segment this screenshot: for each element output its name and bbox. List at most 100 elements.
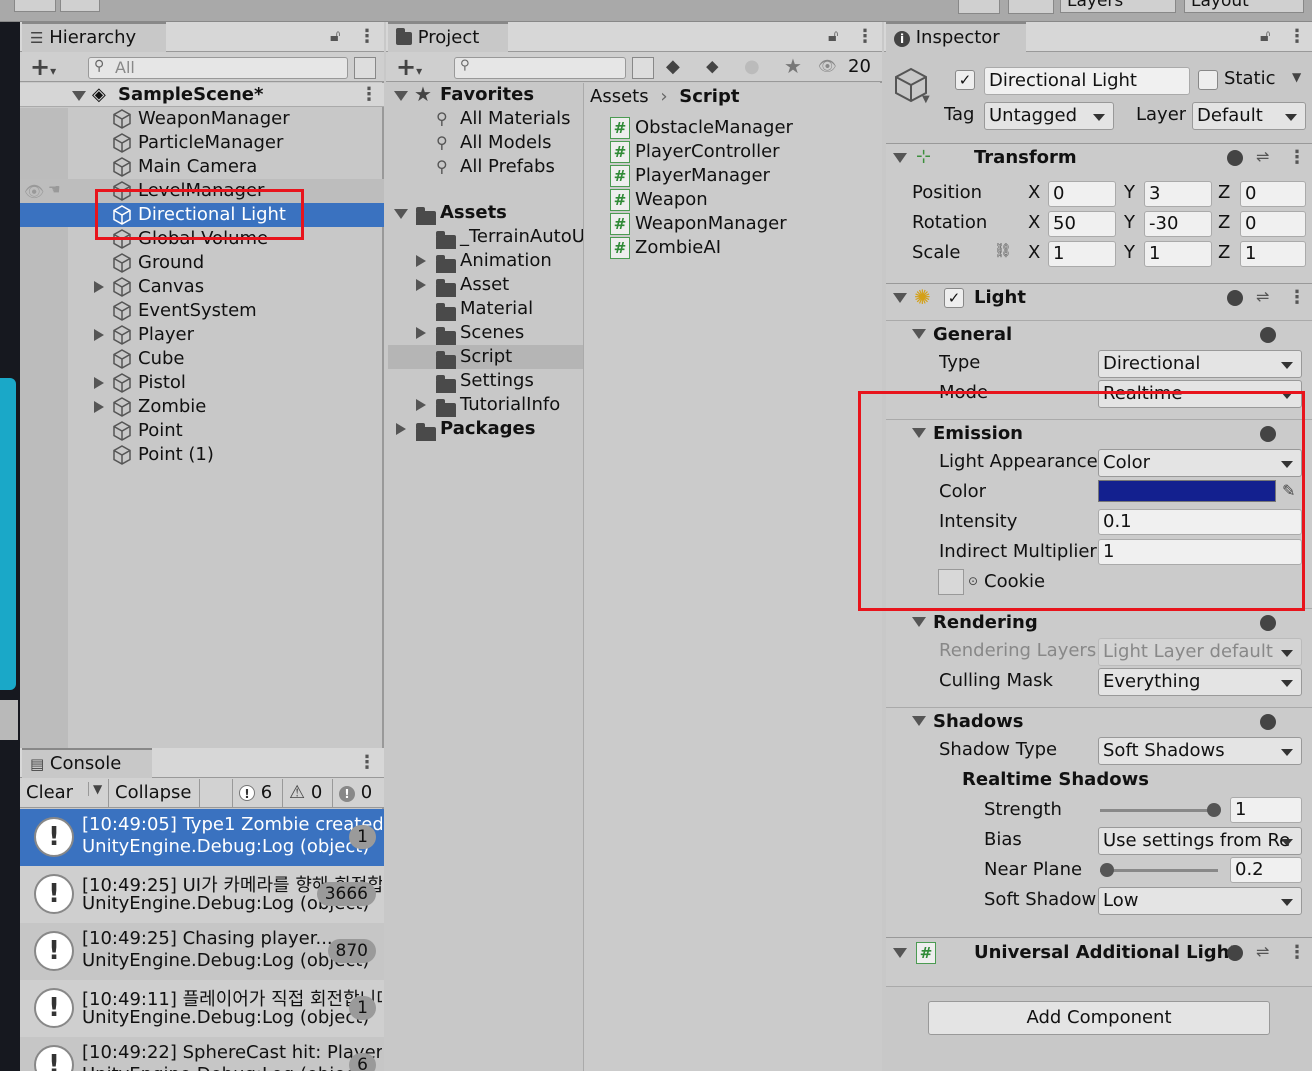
hierarchy-item[interactable]: ParticleManager xyxy=(90,131,382,155)
icon-dropdown-arrow[interactable]: ▼ xyxy=(922,94,930,105)
console-log-row[interactable]: ! [10:49:05] Type1 Zombie created UnityEng… xyxy=(20,809,384,866)
asset-folder[interactable]: Scenes xyxy=(388,321,583,345)
hierarchy-item[interactable]: Cube xyxy=(90,347,382,371)
tab-console[interactable]: ▤ Console xyxy=(22,748,152,778)
component-menu-icon[interactable]: ⋮ xyxy=(1288,942,1306,963)
assets-node[interactable]: Assets xyxy=(388,201,583,225)
asset-folder[interactable]: Material xyxy=(388,297,583,321)
script-file[interactable]: # Weapon xyxy=(610,188,870,212)
collapse-button[interactable]: Collapse xyxy=(108,779,200,807)
type-filter-icon[interactable]: ◆ xyxy=(666,56,680,77)
info-filter-button[interactable]: ! 6 xyxy=(232,779,280,807)
layers-dropdown[interactable]: Layers xyxy=(1060,0,1176,13)
log-filter-icon[interactable]: ● xyxy=(744,56,760,77)
hierarchy-item[interactable]: Zombie xyxy=(90,395,382,419)
packages-node[interactable]: Packages xyxy=(388,417,583,441)
tab-project[interactable]: Project xyxy=(388,22,508,52)
scale-z-field[interactable]: 1 xyxy=(1240,241,1306,267)
expand-arrow-icon[interactable] xyxy=(416,399,426,411)
script-file[interactable]: # PlayerController xyxy=(610,140,870,164)
hierarchy-item[interactable]: Canvas xyxy=(90,275,382,299)
add-button[interactable]: +▾ xyxy=(30,53,56,81)
label-filter-icon[interactable]: ⬥ xyxy=(706,56,719,77)
search-options-button[interactable] xyxy=(632,57,654,79)
strength-slider-track[interactable] xyxy=(1100,809,1218,812)
component-menu-icon[interactable]: ⋮ xyxy=(1288,147,1306,168)
component-menu-icon[interactable]: ⋮ xyxy=(1288,287,1306,308)
help-icon[interactable] xyxy=(1260,615,1276,631)
expand-arrow-icon[interactable] xyxy=(416,279,426,291)
lock-icon[interactable]: 🔓︎ xyxy=(330,26,340,46)
asset-folder[interactable]: Settings xyxy=(388,369,583,393)
step-button[interactable] xyxy=(60,0,100,12)
pick-hand-icon[interactable]: ☚ xyxy=(48,182,61,198)
layout-dropdown[interactable]: Layout xyxy=(1184,0,1304,13)
bias-dropdown[interactable]: Use settings from Re xyxy=(1098,827,1302,855)
menu-dots-icon[interactable]: ⋮ xyxy=(856,26,874,47)
hierarchy-item[interactable]: Player xyxy=(90,323,382,347)
asset-folder[interactable]: Asset xyxy=(388,273,583,297)
position-y-field[interactable]: 3 xyxy=(1144,181,1212,207)
additional-foldout-icon[interactable] xyxy=(893,948,907,958)
near-plane-slider-track[interactable] xyxy=(1100,869,1218,872)
expand-arrow-icon[interactable] xyxy=(416,255,426,267)
tab-inspector[interactable]: i Inspector xyxy=(886,22,1026,52)
script-file[interactable]: # ZombieAI xyxy=(610,236,870,260)
menu-dots-icon[interactable]: ⋮ xyxy=(358,26,376,47)
preset-icon[interactable]: ⇌ xyxy=(1256,287,1269,306)
lock-icon[interactable]: 🔓︎ xyxy=(1260,26,1270,46)
expand-arrow-icon[interactable] xyxy=(94,329,104,341)
tab-hierarchy[interactable]: ☰ Hierarchy xyxy=(22,22,166,52)
preset-icon[interactable]: ⇌ xyxy=(1256,147,1269,166)
clear-button[interactable]: Clear xyxy=(26,781,73,805)
console-log-row[interactable]: ! [10:49:11] 플레이어가 직접 회전합니다 UnityEngine.De… xyxy=(20,980,384,1037)
help-icon[interactable] xyxy=(1227,290,1243,306)
static-checkbox[interactable] xyxy=(1198,70,1218,90)
scene-menu-icon[interactable]: ⋮ xyxy=(360,84,378,105)
hierarchy-item[interactable]: Main Camera xyxy=(90,155,382,179)
near-plane-field[interactable]: 0.2 xyxy=(1230,857,1302,883)
expand-arrow-icon[interactable] xyxy=(94,401,104,413)
active-checkbox[interactable]: ✓ xyxy=(955,70,975,90)
help-icon[interactable] xyxy=(1260,327,1276,343)
position-z-field[interactable]: 0 xyxy=(1240,181,1306,207)
hierarchy-search-input[interactable]: All xyxy=(88,57,348,79)
help-icon[interactable] xyxy=(1227,150,1243,166)
near-plane-slider-handle[interactable] xyxy=(1100,863,1114,877)
help-icon[interactable] xyxy=(1260,714,1276,730)
help-icon[interactable] xyxy=(1227,945,1243,961)
light-type-dropdown[interactable]: Directional xyxy=(1098,350,1302,378)
asset-folder[interactable]: Animation xyxy=(388,249,583,273)
culling-mask-dropdown[interactable]: Everything xyxy=(1098,668,1302,696)
rotation-x-field[interactable]: 50 xyxy=(1048,211,1116,237)
warning-filter-button[interactable]: ⚠ 0 xyxy=(282,779,330,807)
console-menu-icon[interactable]: ⋮ xyxy=(358,752,376,773)
hierarchy-item[interactable]: WeaponManager xyxy=(90,107,382,131)
hierarchy-item[interactable]: Point (1) xyxy=(90,443,382,467)
project-search-input[interactable] xyxy=(454,57,626,79)
pause-button[interactable] xyxy=(14,0,56,12)
shadow-type-dropdown[interactable]: Soft Shadows xyxy=(1098,737,1302,765)
layer-dropdown[interactable]: Default xyxy=(1192,102,1306,130)
collapse-arrow-icon[interactable] xyxy=(394,91,408,101)
strength-field[interactable]: 1 xyxy=(1230,797,1302,823)
script-file[interactable]: # PlayerManager xyxy=(610,164,870,188)
visibility-eye-icon[interactable]: 👁︎ xyxy=(24,182,44,201)
expand-arrow-icon[interactable] xyxy=(396,423,406,435)
lock-icon[interactable]: 🔓︎ xyxy=(828,26,838,46)
rotation-z-field[interactable]: 0 xyxy=(1240,211,1306,237)
general-foldout-icon[interactable] xyxy=(912,329,926,339)
script-file[interactable]: # ObstacleManager xyxy=(610,116,870,140)
hierarchy-item[interactable]: Pistol xyxy=(90,371,382,395)
light-enabled-checkbox[interactable]: ✓ xyxy=(944,288,964,308)
hierarchy-item[interactable]: Ground xyxy=(90,251,382,275)
favorite-item[interactable]: ⚲ All Models xyxy=(388,131,583,155)
expand-arrow-icon[interactable] xyxy=(72,91,86,101)
asset-folder[interactable]: TutorialInfo xyxy=(388,393,583,417)
expand-arrow-icon[interactable] xyxy=(94,377,104,389)
clear-dropdown-icon[interactable]: ▼ xyxy=(88,782,102,796)
favorite-star-icon[interactable]: ★ xyxy=(784,54,802,78)
object-name-field[interactable]: Directional Light xyxy=(984,67,1190,95)
menu-dots-icon[interactable]: ⋮ xyxy=(1288,26,1306,47)
search-icon[interactable] xyxy=(1008,0,1054,14)
